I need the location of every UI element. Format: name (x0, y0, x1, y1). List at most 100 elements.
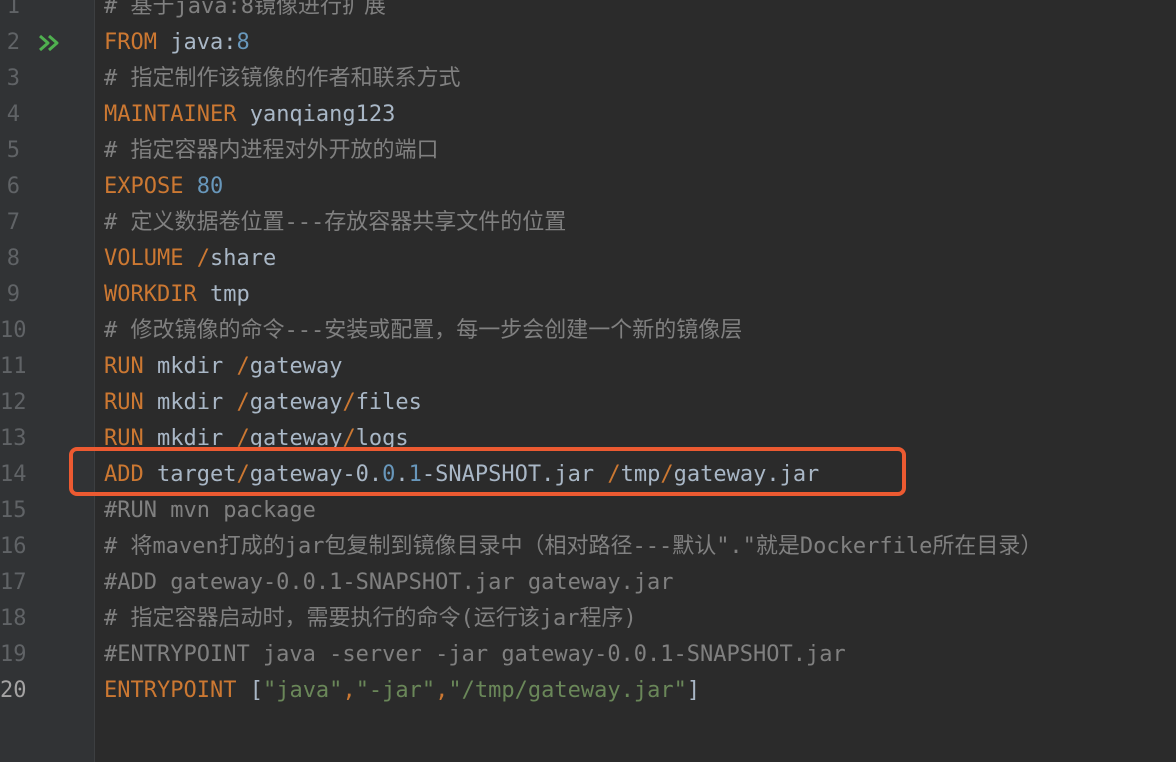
code-keyword: VOLUME (104, 246, 184, 271)
code-text: mkdir (143, 354, 237, 379)
code-text: tmp (620, 462, 661, 487)
code-line[interactable]: # 指定容器启动时，需要执行的命令(运行该jar程序) (104, 601, 637, 637)
code-keyword: FROM (104, 30, 157, 55)
code-keyword: , (342, 678, 356, 703)
code-text: files (355, 390, 422, 415)
code-line[interactable]: # 将maven打成的jar包复制到镜像目录中（相对路径---默认"."就是Do… (104, 529, 1042, 565)
code-line[interactable]: #ADD gateway-0.0.1-SNAPSHOT.jar gateway.… (104, 565, 674, 601)
code-comment: # 指定容器启动时，需要执行的命令(运行该jar程序) (104, 606, 637, 631)
line-number: 14 (0, 462, 27, 487)
code-line[interactable]: # 指定容器内进程对外开放的端口 (104, 133, 439, 169)
line-number: 20 (0, 678, 27, 703)
code-number: 80 (196, 174, 224, 199)
line-number: 8 (6, 246, 20, 271)
code-text: logs (355, 426, 409, 451)
code-text: gateway (249, 426, 343, 451)
code-comment: # 指定制作该镜像的作者和联系方式 (104, 66, 461, 91)
code-keyword: MAINTAINER (104, 102, 237, 127)
code-keyword: EXPOSE (104, 174, 184, 199)
code-number: 0 (382, 462, 396, 487)
code-keyword: RUN (104, 390, 144, 415)
line-number: 4 (6, 102, 20, 127)
line-number: 17 (0, 570, 27, 595)
code-comment: # 指定容器内进程对外开放的端口 (104, 138, 439, 163)
code-keyword: RUN (104, 354, 144, 379)
code-line[interactable]: MAINTAINER yanqiang123 (104, 97, 395, 133)
line-number: 18 (0, 606, 27, 631)
code-keyword: / (607, 462, 621, 487)
run-double-arrow-icon[interactable] (37, 25, 61, 61)
code-line[interactable]: # 基于java:8镜像进行扩展 (104, 0, 386, 25)
code-line[interactable]: # 定义数据卷位置---存放容器共享文件的位置 (104, 205, 566, 241)
code-text: mkdir (143, 390, 237, 415)
code-comment: #ADD gateway-0.0.1-SNAPSHOT.jar gateway.… (104, 570, 674, 595)
line-number: 2 (6, 30, 20, 55)
code-text: . (395, 462, 409, 487)
code-number: 8 (236, 30, 250, 55)
code-number: 1 (408, 462, 422, 487)
code-keyword: / (236, 462, 250, 487)
code-line[interactable]: FROM java:8 (104, 25, 250, 61)
code-text: target (143, 462, 237, 487)
code-comment: # 基于java:8镜像进行扩展 (104, 0, 386, 19)
code-line[interactable]: EXPOSE 80 (104, 169, 223, 205)
code-text: gateway (249, 354, 343, 379)
code-string: "java" (262, 678, 343, 703)
code-line[interactable]: WORKDIR tmp (104, 277, 250, 313)
code-text: mkdir (143, 426, 237, 451)
code-keyword: / (342, 390, 356, 415)
code-line[interactable]: ENTRYPOINT ["java","-jar","/tmp/gateway.… (104, 673, 700, 709)
code-text: share (209, 246, 277, 271)
code-line[interactable]: # 修改镜像的命令---安装或配置，每一步会创建一个新的镜像层 (104, 313, 742, 349)
code-text: gateway.jar (673, 462, 820, 487)
code-comment: # 修改镜像的命令---安装或配置，每一步会创建一个新的镜像层 (104, 318, 743, 343)
line-number: 5 (6, 138, 20, 163)
code-line[interactable]: #RUN mvn package (104, 493, 316, 529)
code-text: tmp (196, 282, 250, 307)
code-comment: #ENTRYPOINT java -server -jar gateway-0.… (104, 642, 846, 667)
code-keyword: / (236, 426, 250, 451)
code-editor[interactable]: 1 2 3 4 5 6 7 8 9 10 11 12 13 14 15 16 17 18 19 20 # 基于java… (0, 0, 1176, 762)
code-line[interactable]: RUN mkdir /gateway/logs (104, 421, 409, 457)
code-keyword: / (236, 390, 250, 415)
line-number: 15 (0, 498, 27, 523)
code-keyword: ADD (104, 462, 144, 487)
code-text: gateway-0. (249, 462, 383, 487)
code-line[interactable]: #ENTRYPOINT java -server -jar gateway-0.… (104, 637, 846, 673)
code-keyword: / (660, 462, 674, 487)
line-number: 3 (6, 66, 20, 91)
code-text: ] (686, 678, 701, 703)
line-number: 16 (0, 534, 27, 559)
code-keyword: WORKDIR (104, 282, 197, 307)
line-number: 12 (0, 390, 27, 415)
code-keyword: / (196, 246, 210, 271)
code-line[interactable]: ADD target/gateway-0.0.1-SNAPSHOT.jar /t… (104, 457, 819, 493)
code-line[interactable]: RUN mkdir /gateway/files (104, 385, 422, 421)
code-keyword: ENTRYPOINT (104, 678, 237, 703)
line-number: 6 (6, 174, 20, 199)
line-number: 7 (6, 210, 20, 235)
code-keyword: / (236, 354, 250, 379)
line-number: 11 (0, 354, 27, 379)
line-number: 13 (0, 426, 27, 451)
code-text: gateway (249, 390, 343, 415)
code-string: "-jar" (355, 678, 436, 703)
code-keyword: / (342, 426, 356, 451)
code-comment: # 将maven打成的jar包复制到镜像目录中（相对路径---默认"."就是Do… (104, 534, 1043, 559)
code-line[interactable]: RUN mkdir /gateway (104, 349, 342, 385)
code-line[interactable]: VOLUME /share (104, 241, 276, 277)
code-comment: #RUN mvn package (104, 498, 316, 523)
line-number: 19 (0, 642, 27, 667)
code-line[interactable]: # 指定制作该镜像的作者和联系方式 (104, 61, 461, 97)
line-number-gutter[interactable]: 1 2 3 4 5 6 7 8 9 10 11 12 13 14 15 16 17 18 19 20 (0, 0, 95, 762)
line-number: 1 (6, 0, 20, 19)
code-comment: # 定义数据卷位置---存放容器共享文件的位置 (104, 210, 567, 235)
code-text: yanqiang123 (236, 102, 396, 127)
code-keyword: , (435, 678, 449, 703)
line-number: 10 (0, 318, 27, 343)
code-text: java: (156, 30, 237, 55)
code-text: [ (236, 678, 263, 703)
code-area[interactable]: # 基于java:8镜像进行扩展 FROM java:8 # 指定制作该镜像的作者和… (95, 0, 1176, 762)
